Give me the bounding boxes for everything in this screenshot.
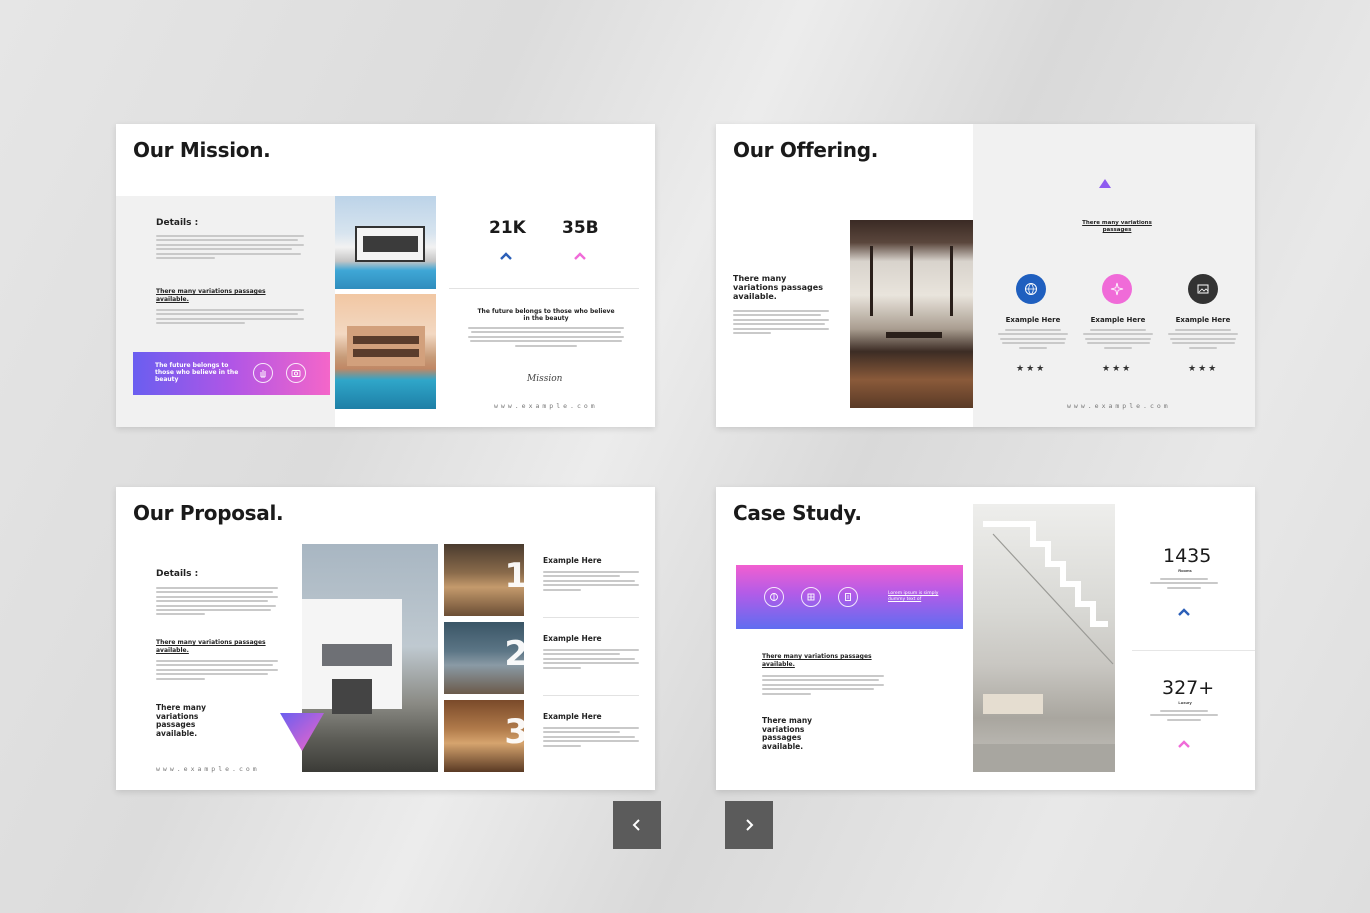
- globe-icon: [1016, 274, 1046, 304]
- offering-paragraph: [733, 310, 829, 334]
- staircase-photo: [973, 504, 1115, 772]
- item-title: Example Here: [543, 634, 602, 643]
- quote-paragraph: [468, 327, 624, 347]
- variations-link[interactable]: There many variations passages available…: [156, 639, 268, 654]
- details-heading: Details :: [156, 218, 199, 228]
- banner-text: The future belongs to those who believe …: [155, 362, 239, 383]
- bottom-heading: There many variations passages available…: [762, 716, 813, 751]
- item-number: 1: [504, 556, 524, 596]
- details-heading: Details :: [156, 569, 199, 579]
- slide-title: Case Study.: [733, 501, 862, 525]
- living-room-photo: 1: [444, 544, 524, 616]
- divider: [1132, 650, 1255, 651]
- stat-35b: 35B: [562, 218, 599, 238]
- variations-link[interactable]: There many variations passages: [1074, 220, 1160, 234]
- website-text[interactable]: www.example.com: [1067, 402, 1171, 410]
- dining-room-photo: [850, 220, 973, 408]
- villa-pool-photo: [335, 196, 436, 289]
- item-number: 3: [504, 712, 524, 752]
- hand-icon: [253, 363, 273, 383]
- slide-case-study[interactable]: Case Study. Lorem ipsum is simply dummy …: [716, 487, 1255, 790]
- camera-icon: [286, 363, 306, 383]
- quote-heading: The future belongs to those who believe …: [477, 308, 615, 322]
- brain-icon: [764, 587, 784, 607]
- slide-our-mission[interactable]: Our Mission. Details : There many variat…: [116, 124, 655, 427]
- slide-title: Our Proposal.: [133, 501, 284, 525]
- image-icon: [1188, 274, 1218, 304]
- stat-luxury: 327+: [1162, 677, 1215, 699]
- rating-stars: ★★★: [1102, 363, 1133, 373]
- gradient-triangle-icon: [280, 713, 324, 751]
- divider: [543, 617, 639, 618]
- divider: [543, 695, 639, 696]
- link-paragraph: [156, 309, 304, 325]
- website-text[interactable]: www.example.com: [494, 402, 598, 410]
- rating-stars: ★★★: [1016, 363, 1047, 373]
- office-room-photo: 2: [444, 622, 524, 694]
- triangle-icon: [1099, 179, 1111, 188]
- grid-icon: [801, 587, 821, 607]
- slide-title: Our Mission.: [133, 138, 271, 162]
- resort-pool-photo: [335, 294, 436, 409]
- bottom-heading: There many variations passages available…: [156, 703, 207, 738]
- item-number: 2: [504, 634, 524, 674]
- stat-label: Rooms: [1178, 568, 1192, 573]
- banner-link[interactable]: Lorem ipsum is simply dummy text of: [888, 591, 944, 603]
- next-button[interactable]: [725, 801, 773, 849]
- item-paragraph: [543, 571, 639, 591]
- details-paragraph: [156, 235, 304, 259]
- stat-rooms: 1435: [1163, 545, 1212, 567]
- feature-label: Example Here: [1175, 316, 1231, 324]
- item-paragraph: [543, 649, 639, 669]
- item-paragraph: [543, 727, 639, 747]
- feature-paragraph: [998, 329, 1068, 349]
- kitchen-photo: 3: [444, 700, 524, 772]
- variations-link[interactable]: There many variations passages available…: [762, 653, 874, 668]
- feature-label: Example Here: [1005, 316, 1061, 324]
- chevron-up-blue-icon: [500, 252, 512, 260]
- feature-label: Example Here: [1090, 316, 1146, 324]
- previous-button[interactable]: [613, 801, 661, 849]
- gradient-banner: The future belongs to those who believe …: [133, 352, 330, 395]
- stat-paragraph: [1150, 710, 1218, 721]
- chevron-up-pink-icon: [1178, 740, 1190, 748]
- slide-title: Our Offering.: [733, 138, 879, 162]
- slide-our-offering[interactable]: Our Offering. There many variations pass…: [716, 124, 1255, 427]
- slide-our-proposal[interactable]: Our Proposal. Details : There many varia…: [116, 487, 655, 790]
- chevron-up-pink-icon: [574, 252, 586, 260]
- feature-paragraph: [1083, 329, 1153, 349]
- link-paragraph: [762, 675, 884, 695]
- item-title: Example Here: [543, 556, 602, 565]
- divider: [449, 288, 639, 289]
- feature-paragraph: [1168, 329, 1238, 349]
- rating-stars: ★★★: [1188, 363, 1219, 373]
- variations-link[interactable]: There many variations passages available…: [156, 288, 276, 303]
- details-paragraph: [156, 587, 278, 616]
- stat-21k: 21K: [489, 218, 526, 238]
- stat-paragraph: [1150, 578, 1218, 589]
- chevron-up-blue-icon: [1178, 608, 1190, 616]
- website-text[interactable]: www.example.com: [156, 765, 260, 773]
- stat-label: Luxury: [1178, 700, 1192, 705]
- chevron-right-icon: [746, 819, 754, 831]
- link-paragraph: [156, 660, 278, 680]
- chevron-left-icon: [632, 819, 640, 831]
- sparkle-icon: [1102, 274, 1132, 304]
- signature: Mission: [527, 374, 563, 384]
- offering-heading: There many variations passages available…: [733, 274, 823, 301]
- gradient-banner: Lorem ipsum is simply dummy text of: [736, 565, 963, 629]
- document-icon: [838, 587, 858, 607]
- item-title: Example Here: [543, 712, 602, 721]
